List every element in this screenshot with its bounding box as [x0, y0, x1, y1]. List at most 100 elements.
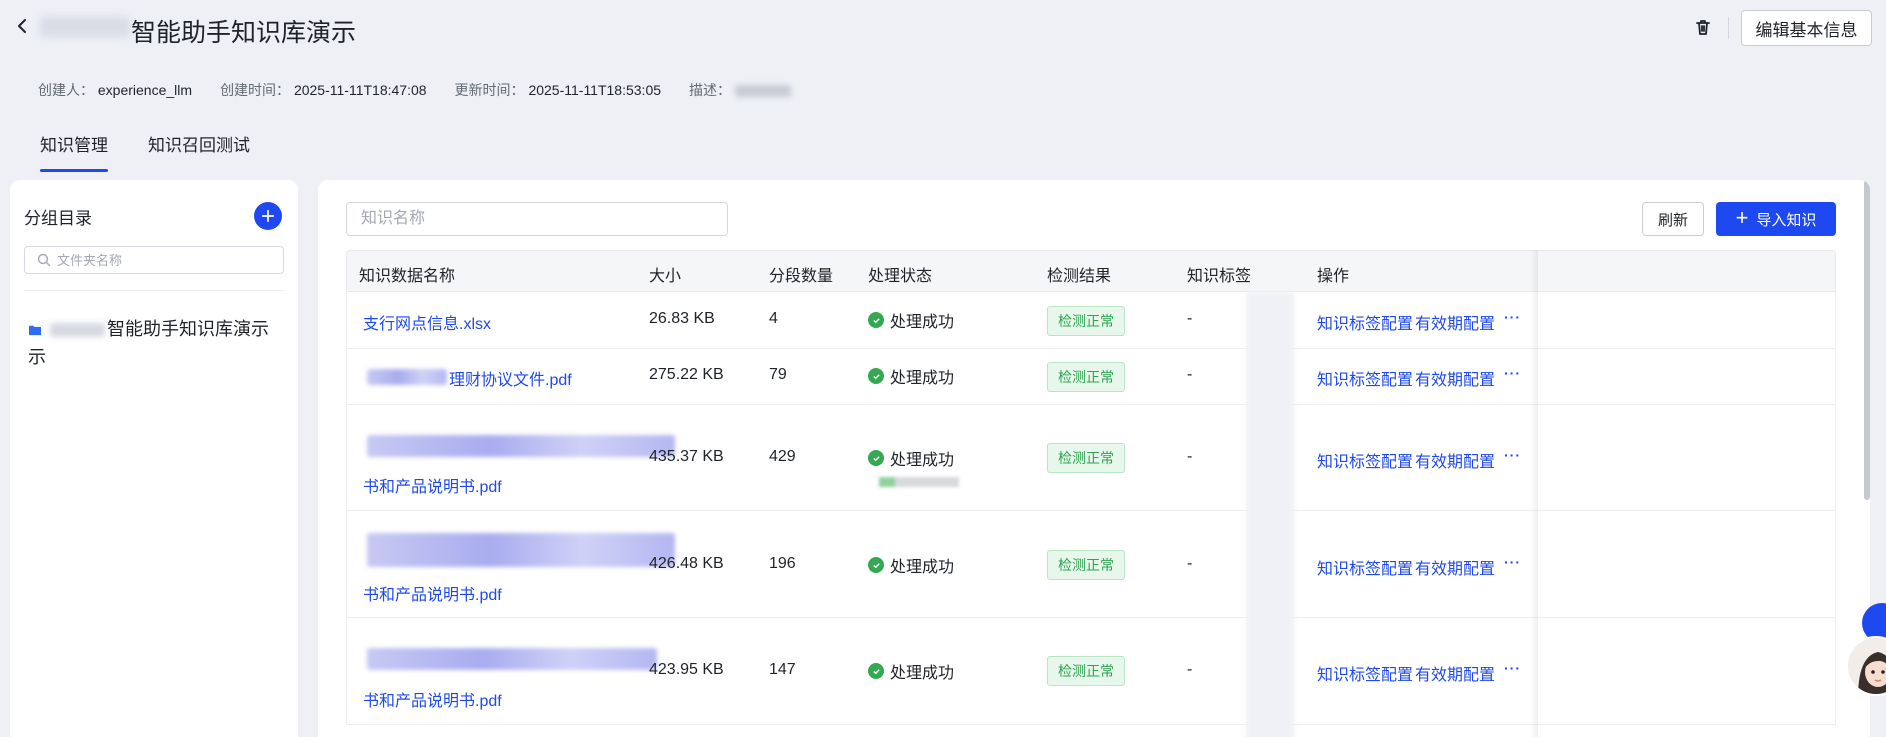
check-circle-icon — [868, 312, 884, 328]
col-status: 处理状态 — [868, 268, 933, 285]
description-redacted — [734, 85, 791, 98]
validity-config-link[interactable]: 有效期配置 — [1415, 448, 1495, 472]
status-cell: 处理成功 — [868, 364, 954, 388]
search-icon — [37, 253, 51, 267]
validity-config-link[interactable]: 有效期配置 — [1415, 661, 1495, 685]
more-actions-icon[interactable]: ··· — [1504, 660, 1521, 676]
scrollbar-thumb[interactable] — [1864, 180, 1870, 500]
table-row: 支行网点信息.xlsx 26.83 KB 4 处理成功 检测正常 - 知识标签配… — [346, 292, 1836, 349]
plus-icon: + — [1735, 205, 1749, 230]
check-result-badge: 检测正常 — [1047, 306, 1125, 336]
tag-cell: - — [1187, 366, 1193, 383]
name-redacted — [367, 533, 675, 567]
table-row: 书和产品说明书.pdf 426.48 KB 196 处理成功 检测正常 - 知识… — [346, 511, 1836, 618]
tag-config-link[interactable]: 知识标签配置 — [1317, 366, 1413, 390]
tab-recall-test[interactable]: 知识召回测试 — [148, 131, 250, 172]
check-circle-icon — [868, 663, 884, 679]
title-redacted-prefix — [40, 17, 130, 37]
back-arrow-icon[interactable] — [12, 16, 36, 40]
check-circle-icon — [868, 450, 884, 466]
tag-cell: - — [1187, 555, 1193, 572]
tag-cell: - — [1187, 310, 1193, 327]
creator-value: experience_llm — [97, 82, 193, 98]
import-knowledge-button[interactable]: + 导入知识 — [1716, 202, 1836, 236]
refresh-button[interactable]: 刷新 — [1642, 202, 1704, 236]
check-result-badge: 检测正常 — [1047, 550, 1125, 580]
col-segments: 分段数量 — [769, 268, 834, 285]
folder-search-input[interactable] — [57, 252, 257, 268]
validity-config-link[interactable]: 有效期配置 — [1415, 310, 1495, 334]
table-row: 书和产品说明书.pdf 423.95 KB 147 处理成功 检测正常 - 知识… — [346, 618, 1836, 725]
tag-cell: - — [1187, 448, 1193, 465]
validity-config-link[interactable]: 有效期配置 — [1415, 555, 1495, 579]
knowledge-name-link[interactable]: 支行网点信息.xlsx — [363, 310, 491, 334]
status-cell: 处理成功 — [868, 553, 954, 577]
status-text: 处理成功 — [890, 559, 955, 576]
col-check: 检测结果 — [1047, 268, 1112, 285]
knowledge-name-link[interactable]: 理财协议文件.pdf — [449, 366, 572, 390]
tag-config-link[interactable]: 知识标签配置 — [1317, 661, 1413, 685]
name-redacted — [367, 435, 675, 457]
segments-cell: 147 — [769, 661, 796, 678]
folder-icon — [28, 317, 42, 344]
tag-config-link[interactable]: 知识标签配置 — [1317, 555, 1413, 579]
knowledge-name-link[interactable]: 书和产品说明书.pdf — [363, 687, 502, 711]
tag-cell: - — [1187, 661, 1193, 678]
more-actions-icon[interactable]: ··· — [1504, 447, 1521, 463]
more-actions-icon[interactable]: ··· — [1504, 554, 1521, 570]
creator-label: 创建人： — [38, 82, 94, 98]
col-actions: 操作 — [1317, 268, 1350, 285]
segments-cell: 4 — [769, 310, 778, 327]
name-redacted — [367, 369, 447, 385]
tab-bar: 知识管理 知识召回测试 — [40, 131, 250, 172]
size-cell: 275.22 KB — [649, 366, 724, 383]
knowledge-name-link[interactable]: 书和产品说明书.pdf — [363, 473, 502, 497]
table-row: 理财协议文件.pdf 275.22 KB 79 处理成功 检测正常 - 知识标签… — [346, 349, 1836, 405]
size-cell: 426.48 KB — [649, 555, 724, 572]
tag-config-link[interactable]: 知识标签配置 — [1317, 448, 1413, 472]
status-text: 处理成功 — [890, 314, 955, 331]
status-cell: 处理成功 — [868, 308, 954, 332]
status-text: 处理成功 — [890, 452, 955, 469]
progress-redacted — [879, 477, 959, 487]
header-divider — [1728, 17, 1729, 39]
status-text: 处理成功 — [890, 370, 955, 387]
name-redacted — [367, 648, 657, 670]
more-actions-icon[interactable]: ··· — [1504, 309, 1521, 325]
tag-column-redacted — [1246, 292, 1294, 737]
page-header: 智能助手知识库演示 编辑基本信息 — [0, 0, 1886, 58]
plus-icon — [261, 209, 275, 223]
folder-item[interactable]: 智能助手知识库演示示 — [28, 316, 278, 371]
description-label: 描述： — [689, 82, 732, 98]
segments-cell: 429 — [769, 448, 796, 465]
created-time-value: 2025-11-11T18:47:08 — [293, 82, 427, 98]
validity-config-link[interactable]: 有效期配置 — [1415, 366, 1495, 390]
folder-name-redacted — [50, 323, 105, 338]
more-actions-icon[interactable]: ··· — [1504, 365, 1521, 381]
tab-knowledge-management[interactable]: 知识管理 — [40, 131, 108, 172]
group-directory-panel: 分组目录 智能助手知识库演示示 — [10, 180, 298, 737]
folder-search-box[interactable] — [24, 246, 284, 274]
delete-trash-icon[interactable] — [1692, 16, 1714, 38]
knowledge-list-panel: 刷新 + 导入知识 知识数据名称 大小 分段数量 处理状态 检测结果 知识标签 … — [318, 180, 1870, 737]
add-group-button[interactable] — [254, 202, 282, 230]
tag-config-link[interactable]: 知识标签配置 — [1317, 310, 1413, 334]
size-cell: 435.37 KB — [649, 448, 724, 465]
created-time-label: 创建时间： — [220, 82, 291, 98]
status-cell: 处理成功 — [868, 659, 954, 683]
col-name: 知识数据名称 — [359, 268, 456, 285]
status-text: 处理成功 — [890, 665, 955, 682]
status-cell: 处理成功 — [868, 446, 954, 470]
folder-name: 智能助手知识库演示 — [107, 319, 269, 339]
table-row: 书和产品说明书.pdf 435.37 KB 429 处理成功 检测正常 - 知识… — [346, 405, 1836, 511]
updated-time-value: 2025-11-11T18:53:05 — [528, 82, 662, 98]
col-tag: 知识标签 — [1187, 268, 1252, 285]
segments-cell: 196 — [769, 555, 796, 572]
page-title: 智能助手知识库演示 — [131, 19, 357, 47]
group-directory-title: 分组目录 — [24, 209, 92, 228]
edit-basic-info-button[interactable]: 编辑基本信息 — [1741, 10, 1872, 46]
knowledge-name-link[interactable]: 书和产品说明书.pdf — [363, 581, 502, 605]
meta-info: 创建人： experience_llm 创建时间： 2025-11-11T18:… — [38, 80, 819, 100]
check-circle-icon — [868, 557, 884, 573]
knowledge-name-search-input[interactable] — [346, 202, 728, 236]
